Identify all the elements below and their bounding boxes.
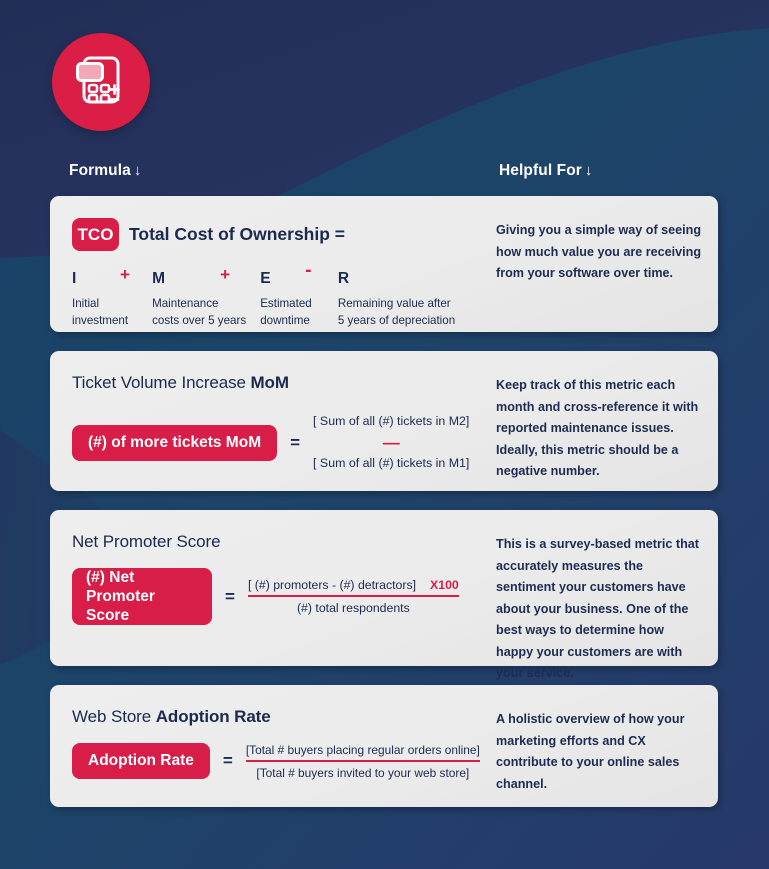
tco-term-letter: I [72, 270, 77, 287]
nps-denominator: (#) total respondents [296, 600, 410, 615]
ticket-volume-operator-minus: — [382, 433, 400, 452]
adoption-rate-formula-column: Web Store Adoption Rate Adoption Rate = … [50, 685, 490, 807]
tco-term-estimated-downtime: E - Estimated downtime [260, 261, 338, 329]
tco-terms-row: I + Initial investment M + Maintenance c… [72, 261, 490, 329]
nps-numerator-row: [ (#) promoters - (#) detractors] X100 [248, 578, 459, 595]
ticket-volume-title-bold: MoM [250, 373, 289, 392]
column-header-helpful-for: Helpful For ↓ [499, 162, 593, 180]
adoption-rate-helpful-column: A holistic overview of how your marketin… [490, 685, 718, 807]
equals-sign: = [222, 751, 233, 771]
tco-term-initial-investment: I + Initial investment [72, 266, 152, 329]
tco-term-remaining-value: R Remaining value after 5 years of depre… [338, 271, 490, 329]
tco-term-letter: R [337, 270, 350, 287]
column-header-formula-label: Formula [69, 162, 131, 179]
tco-operator-plus: + [220, 265, 231, 284]
tco-operator-plus: + [120, 265, 130, 284]
tco-title: Total Cost of Ownership = [129, 224, 346, 244]
column-header-formula: Formula ↓ [69, 162, 141, 180]
tco-term-description: Estimated downtime [260, 297, 312, 327]
infographic-page: Formula ↓ Helpful For ↓ TCO Total Cost of … [0, 0, 769, 869]
adoption-rate-numerator-row: [Total # buyers placing regular orders o… [246, 743, 480, 760]
metric-card-tco: TCO Total Cost of Ownership = I + Initia… [50, 196, 718, 332]
adoption-rate-title-bold: Adoption Rate [155, 707, 271, 726]
adoption-rate-fraction: [Total # buyers placing regular orders o… [245, 743, 480, 780]
adoption-rate-title-light: Web Store [72, 707, 156, 726]
tco-helpful-column: Giving you a simple way of seeing how mu… [490, 196, 718, 332]
nps-title-light: Net Promoter Score [72, 532, 221, 551]
nps-pill: (#) Net Promoter Score [72, 568, 212, 625]
down-arrow-icon: ↓ [584, 162, 593, 179]
tco-term-letter: E [260, 270, 271, 287]
ticket-volume-expression: [ Sum of all (#) tickets in M2] — [ Sum … [313, 411, 469, 474]
calculator-icon [76, 56, 120, 104]
metric-card-net-promoter-score: Net Promoter Score (#) Net Promoter Scor… [50, 510, 718, 680]
metric-card-ticket-volume: Ticket Volume Increase MoM (#) of more t… [50, 351, 718, 491]
equals-sign: = [290, 432, 301, 452]
nps-fraction: [ (#) promoters - (#) detractors] X100 (… [247, 578, 459, 615]
ticket-volume-helpful-column: Keep track of this metric each month and… [490, 351, 718, 491]
adoption-rate-helpful-text: A holistic overview of how your marketin… [496, 712, 685, 791]
nps-helpful-text: This is a survey-based metric that accur… [496, 537, 699, 680]
brand-logo-badge [52, 33, 150, 131]
tco-formula-column: TCO Total Cost of Ownership = I + Initia… [50, 196, 490, 332]
ticket-volume-title: Ticket Volume Increase MoM [72, 373, 490, 393]
down-arrow-icon: ↓ [133, 162, 142, 179]
tco-term-letter: M [152, 270, 165, 287]
adoption-rate-title: Web Store Adoption Rate [72, 707, 490, 727]
ticket-volume-formula-column: Ticket Volume Increase MoM (#) of more t… [50, 351, 490, 491]
column-header-helpful-for-label: Helpful For [499, 162, 582, 179]
metric-card-adoption-rate: Web Store Adoption Rate Adoption Rate = … [50, 685, 718, 807]
ticket-volume-denominator: [ Sum of all (#) tickets in M1] [313, 456, 470, 470]
nps-multiplier: X100 [430, 578, 459, 593]
ticket-volume-numerator: [ Sum of all (#) tickets in M2] [313, 414, 470, 428]
tco-helpful-text: Giving you a simple way of seeing how mu… [496, 223, 702, 280]
ticket-volume-formula-row: (#) of more tickets MoM = [ Sum of all (… [72, 411, 490, 474]
tco-term-description: Maintenance costs over 5 years [152, 297, 247, 327]
tco-heading: TCO Total Cost of Ownership = [72, 218, 490, 251]
nps-formula-column: Net Promoter Score (#) Net Promoter Scor… [50, 510, 490, 666]
adoption-rate-pill: Adoption Rate [72, 743, 210, 780]
ticket-volume-pill: (#) of more tickets MoM [72, 424, 278, 461]
tco-term-maintenance: M + Maintenance costs over 5 years [152, 266, 260, 329]
adoption-rate-denominator: [Total # buyers invited to your web stor… [256, 765, 470, 780]
equals-sign: = [225, 586, 235, 606]
nps-numerator: [ (#) promoters - (#) detractors] [247, 578, 417, 593]
nps-title: Net Promoter Score [72, 532, 490, 552]
ticket-volume-title-light: Ticket Volume Increase [72, 373, 251, 392]
ticket-volume-helpful-text: Keep track of this metric each month and… [496, 378, 699, 478]
tco-operator-minus: - [305, 260, 312, 281]
tco-term-description: Remaining value after 5 years of depreci… [337, 297, 456, 327]
adoption-rate-formula-row: Adoption Rate = [Total # buyers placing … [72, 743, 490, 780]
tco-term-description: Initial investment [72, 297, 129, 327]
nps-formula-row: (#) Net Promoter Score = [ (#) promoters… [72, 568, 490, 625]
tco-badge: TCO [72, 218, 119, 251]
nps-helpful-column: This is a survey-based metric that accur… [490, 510, 718, 680]
adoption-rate-numerator: [Total # buyers placing regular orders o… [245, 743, 480, 757]
